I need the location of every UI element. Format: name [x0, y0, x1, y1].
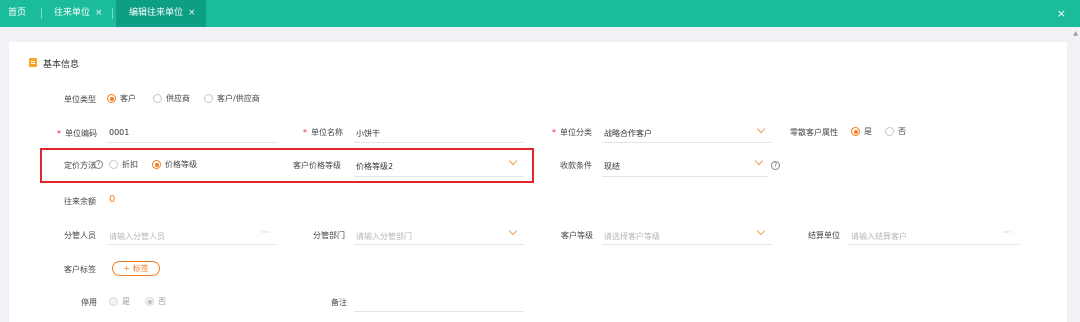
department-label: 分管部门	[313, 231, 345, 240]
radio-circle	[153, 94, 162, 103]
input-underline	[354, 142, 524, 143]
tab-home-label: 首页	[8, 8, 27, 18]
radio-label: 是	[122, 297, 130, 306]
customer-level-select[interactable]: 请选择客户等级	[604, 231, 660, 242]
balance-value: 0	[109, 194, 116, 205]
unit-type-supplier-radio[interactable]: 供应商	[153, 93, 190, 104]
radio-circle	[851, 127, 860, 136]
pricing-level-radio[interactable]: 价格等级	[152, 159, 197, 170]
document-icon	[29, 58, 37, 67]
input-underline	[354, 244, 524, 245]
tab-divider	[112, 8, 113, 19]
disabled-label: 停用	[81, 298, 97, 307]
radio-circle	[109, 160, 118, 169]
help-icon[interactable]: ?	[771, 161, 780, 170]
retail-attr-no-radio[interactable]: 否	[885, 126, 906, 137]
remark-label: 备注	[331, 298, 347, 307]
retail-attr-label: 零散客户属性	[790, 128, 838, 137]
radio-label: 是	[864, 127, 872, 136]
input-underline	[849, 244, 1019, 245]
add-tag-button[interactable]: + 标签	[112, 261, 160, 276]
balance-label: 往来余额	[64, 197, 96, 206]
radio-label: 供应商	[166, 94, 190, 103]
more-icon[interactable]: ···	[261, 228, 270, 238]
help-icon[interactable]: ?	[94, 160, 103, 169]
radio-label: 否	[158, 297, 166, 306]
unit-category-select[interactable]: 战略合作客户	[604, 128, 652, 139]
radio-circle	[145, 297, 154, 306]
disabled-yes-radio[interactable]: 是	[109, 296, 130, 307]
radio-label: 客户	[120, 94, 136, 103]
radio-circle	[152, 160, 161, 169]
radio-label: 折扣	[122, 160, 138, 169]
tab-home[interactable]: 首页	[8, 0, 26, 27]
section-title: 基本信息	[43, 60, 80, 70]
more-icon[interactable]: ···	[1003, 228, 1012, 238]
unit-type-customer-radio[interactable]: 客户	[107, 93, 136, 104]
customer-tag-label: 客户标签	[64, 265, 96, 274]
tab-divider	[41, 8, 42, 19]
manager-input[interactable]: 请输入分管人员	[109, 231, 165, 242]
price-level-select[interactable]: 价格等级2	[356, 161, 393, 172]
unit-name-label: 单位名称	[303, 127, 343, 138]
unit-code-input[interactable]: 0001	[109, 128, 129, 137]
radio-label: 客户/供应商	[217, 94, 260, 103]
radio-circle	[107, 94, 116, 103]
settlement-unit-input[interactable]: 请输入结算客户	[851, 231, 907, 242]
input-underline	[602, 176, 768, 177]
unit-name-input[interactable]: 小饼干	[356, 128, 380, 139]
pricing-discount-radio[interactable]: 折扣	[109, 159, 138, 170]
unit-type-label: 单位类型	[64, 95, 96, 104]
manager-label: 分管人员	[64, 231, 96, 240]
input-underline	[107, 244, 277, 245]
price-level-label: 客户价格等级	[293, 161, 341, 170]
radio-label: 价格等级	[165, 160, 197, 169]
disabled-no-radio[interactable]: 否	[145, 296, 166, 307]
close-icon[interactable]: ×	[188, 8, 196, 18]
close-all-icon[interactable]: ×	[1057, 0, 1066, 27]
pricing-method-label: 定价方法	[64, 161, 96, 170]
payment-terms-select[interactable]: 现结	[604, 161, 620, 172]
scroll-up-icon[interactable]: ▲	[1073, 30, 1078, 37]
input-underline	[354, 176, 524, 177]
tab-edit-partner[interactable]: 编辑往来单位 ×	[116, 0, 206, 27]
unit-type-both-radio[interactable]: 客户/供应商	[204, 93, 260, 104]
input-underline	[107, 142, 277, 143]
input-underline	[602, 142, 772, 143]
radio-label: 否	[898, 127, 906, 136]
close-icon[interactable]: ×	[95, 8, 103, 18]
radio-circle	[204, 94, 213, 103]
input-underline	[354, 311, 524, 312]
tab-partners[interactable]: 往来单位 ×	[54, 0, 103, 27]
retail-attr-yes-radio[interactable]: 是	[851, 126, 872, 137]
input-underline	[602, 244, 772, 245]
top-tab-bar: 首页 往来单位 × 编辑往来单位 × ×	[0, 0, 1080, 27]
tab-partners-label: 往来单位	[54, 8, 91, 18]
radio-circle	[109, 297, 118, 306]
tab-edit-partner-label: 编辑往来单位	[129, 8, 184, 18]
department-input[interactable]: 请输入分管部门	[356, 231, 412, 242]
payment-terms-label: 收款条件	[560, 161, 592, 170]
radio-circle	[885, 127, 894, 136]
settlement-unit-label: 结算单位	[808, 231, 840, 240]
unit-code-label: 单位编码	[57, 128, 97, 139]
customer-level-label: 客户等级	[561, 231, 593, 240]
unit-category-label: 单位分类	[552, 127, 592, 138]
scrollbar[interactable]	[1073, 40, 1079, 322]
